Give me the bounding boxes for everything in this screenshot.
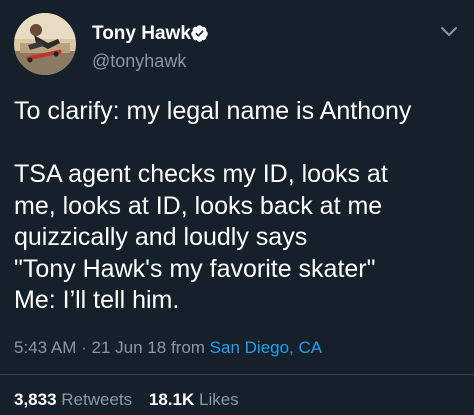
divider bbox=[0, 374, 474, 375]
author-display-name[interactable]: Tony Hawk bbox=[92, 23, 191, 45]
tweet-text-line: "Tony Hawk's my favorite skater" bbox=[14, 254, 376, 283]
likes-count: 18.1K bbox=[148, 390, 195, 409]
tweet-stats: 3,833 Retweets 18.1K Likes bbox=[14, 390, 239, 410]
author-avatar[interactable] bbox=[14, 13, 76, 75]
tweet-text-line: quizzically and loudly says bbox=[14, 223, 308, 251]
tweet-location-link[interactable]: San Diego, CA bbox=[210, 338, 322, 357]
tweet-text-line: To clarify: my legal name is Anthony bbox=[14, 97, 412, 125]
tweet-text-line: me, looks at ID, looks back at me bbox=[14, 191, 383, 220]
tweet-text: To clarify: my legal name is Anthony TSA… bbox=[14, 96, 464, 317]
from-label: from bbox=[170, 338, 205, 357]
tweet-card: Tony Hawk @tonyhawk To clarify: my legal… bbox=[0, 0, 474, 415]
verified-badge-icon bbox=[191, 25, 208, 42]
tweet-time[interactable]: 5:43 AM bbox=[14, 338, 76, 357]
meta-separator: · bbox=[81, 338, 87, 357]
chevron-down-icon[interactable] bbox=[440, 26, 458, 38]
retweets-stat[interactable]: 3,833 Retweets bbox=[14, 390, 137, 409]
tweet-date[interactable]: 21 Jun 18 bbox=[92, 338, 167, 357]
likes-label: Likes bbox=[199, 390, 239, 409]
retweets-count: 3,833 bbox=[14, 390, 57, 409]
tweet-text-line: Me: I’ll tell him. bbox=[14, 286, 180, 314]
retweets-label: Retweets bbox=[61, 390, 133, 409]
skateboarder-avatar-icon bbox=[14, 13, 76, 75]
author-handle[interactable]: @tonyhawk bbox=[92, 51, 186, 72]
tweet-metadata: 5:43 AM · 21 Jun 18 from San Diego, CA bbox=[14, 338, 322, 358]
tweet-text-line: TSA agent checks my ID, looks at bbox=[14, 160, 388, 188]
likes-stat[interactable]: 18.1K Likes bbox=[149, 390, 239, 409]
